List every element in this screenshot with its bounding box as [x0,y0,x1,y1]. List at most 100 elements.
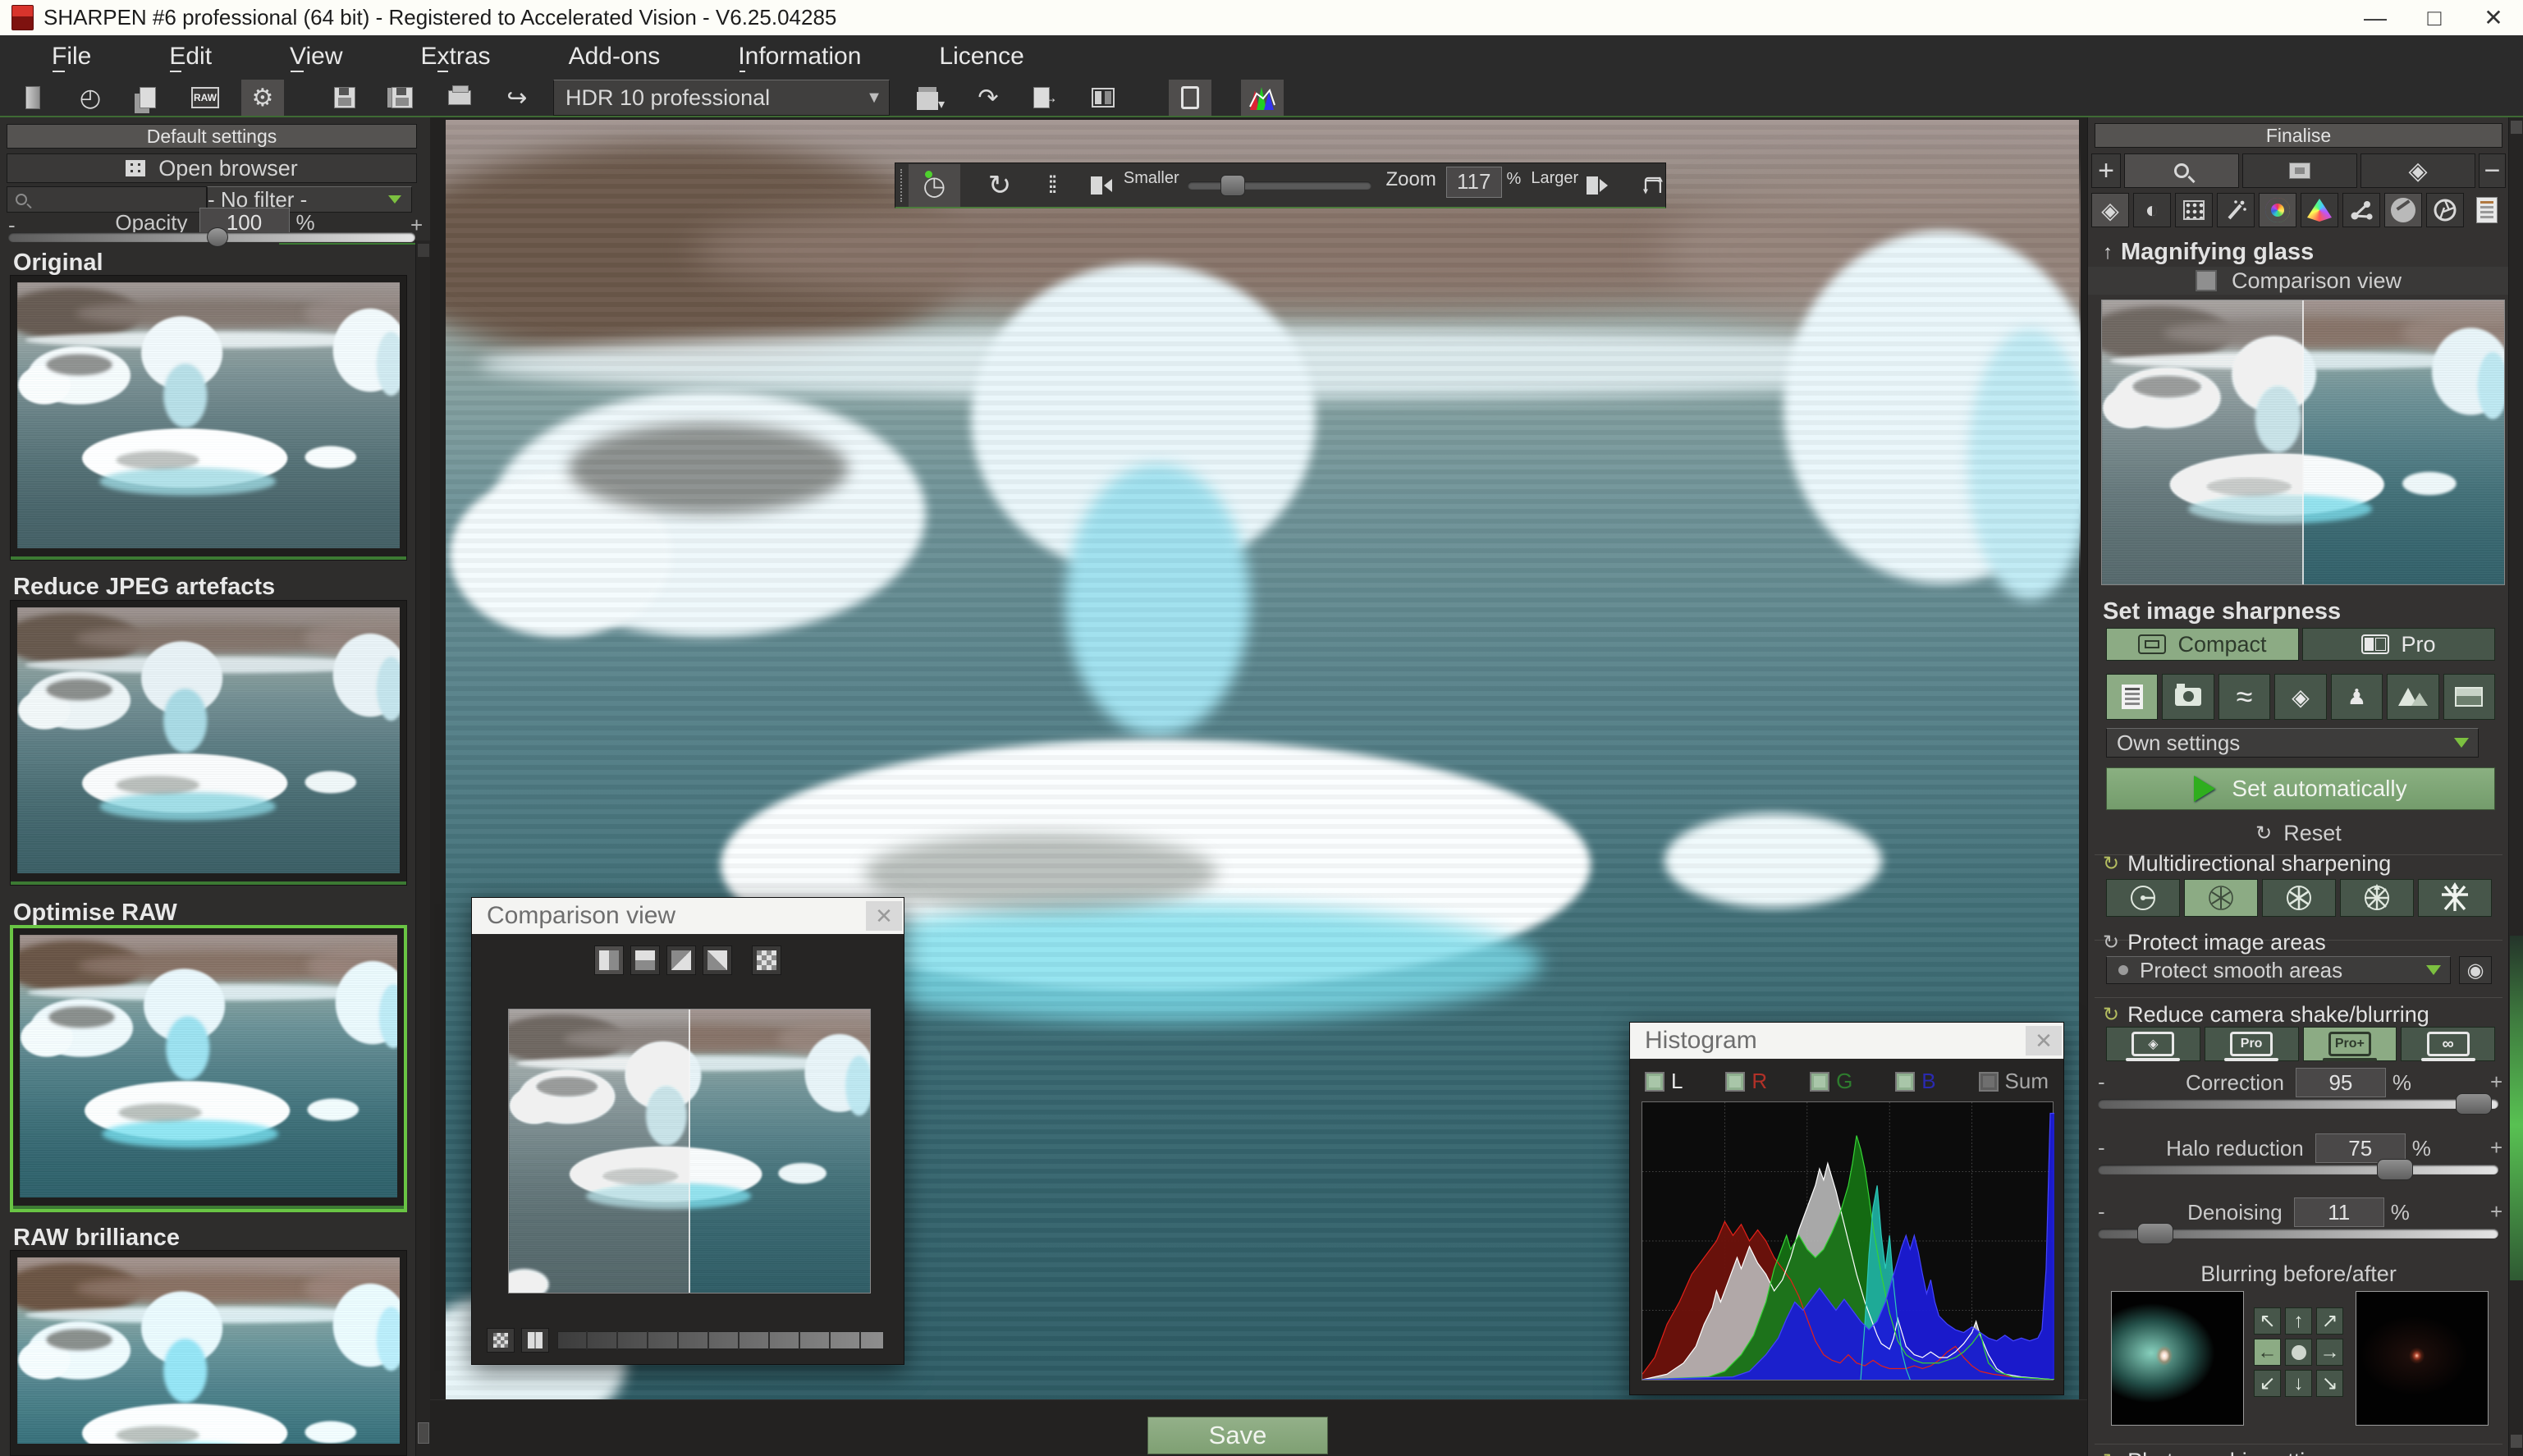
arrow-up-left[interactable]: ↖ [2254,1307,2281,1335]
direction-8-icon[interactable] [2262,879,2336,917]
contrast-tool-icon[interactable]: ◐ [2133,193,2171,227]
magnifier-preview[interactable] [2101,300,2505,585]
aperture-tool-icon[interactable] [2426,193,2464,227]
export-icon[interactable]: ↪ [496,80,538,116]
shake-infinite-button[interactable]: ∞ [2401,1027,2495,1061]
comparison-image[interactable] [508,1009,871,1293]
batch-layout-icon[interactable]: ▾ [909,80,952,116]
collapse-arrow-icon[interactable]: ↑ [2103,241,2113,264]
denoising-value[interactable]: 11 [2294,1197,2384,1227]
reset-button[interactable]: ↻ Reset [2088,817,2509,849]
history-icon[interactable]: ◴ [69,80,112,116]
comparison-view-window[interactable]: Comparison view ✕ [471,897,904,1365]
report-doc-icon[interactable] [2468,193,2506,227]
channel-r-checkbox[interactable] [1725,1072,1745,1092]
history-compare-icon[interactable]: ◷ [909,164,960,207]
split-diagonal-reverse-icon[interactable] [703,945,732,975]
comparison-close-icon[interactable]: ✕ [866,901,902,931]
panel-toggle-icon[interactable] [1169,80,1211,116]
menu-licence[interactable]: Licence [939,43,1023,71]
gem-tool-icon[interactable]: ◈ [2091,193,2129,227]
add-section-button[interactable]: + [2091,153,2121,188]
save-as-icon[interactable] [381,80,424,116]
zoom-value[interactable]: 117 [1446,167,1502,198]
presets-scrollbar[interactable] [415,240,430,1456]
shake-proplus-button[interactable]: Pro+ [2303,1027,2397,1061]
menu-edit[interactable]: Edit [169,43,212,71]
histogram-window[interactable]: Histogram ✕ L R G B Sum [1629,1022,2064,1395]
panel-scrollbar-up[interactable] [2511,121,2522,134]
direction-6-icon[interactable] [2184,879,2258,917]
open-browser-button[interactable]: Open browser [7,153,417,183]
scrollbar-up-button[interactable] [418,244,429,257]
preset-card-reduce-jpeg[interactable] [10,600,407,886]
comparison-divider[interactable] [689,1010,690,1293]
histogram-toggle-icon[interactable] [1241,80,1284,116]
histogram-close-icon[interactable]: ✕ [2026,1026,2062,1055]
panel-scrollbar-down[interactable] [2511,1435,2522,1448]
menu-addons[interactable]: Add-ons [569,43,661,71]
new-project-icon[interactable] [11,80,54,116]
split-horizontal-icon[interactable] [630,945,660,975]
direction-star-icon[interactable] [2418,879,2492,917]
category-landscape-icon[interactable] [2443,674,2495,720]
maximize-button[interactable]: □ [2405,0,2464,35]
zoom-slider[interactable] [1188,181,1371,190]
channel-l-checkbox[interactable] [1645,1072,1664,1092]
pro-mode-button[interactable]: Pro [2302,628,2495,661]
crop-rotate-icon[interactable] [1641,169,1665,202]
category-document-icon[interactable] [2106,674,2158,720]
retouch-tool-icon[interactable] [2384,193,2422,227]
save-button[interactable]: Save [1147,1417,1328,1454]
profile-dropdown[interactable]: HDR 10 professional▼ [553,80,890,116]
menu-extras[interactable]: Extras [421,43,491,71]
shake-basic-button[interactable]: ◈ [2106,1027,2200,1061]
menu-file[interactable]: File [52,43,91,71]
category-portrait-icon[interactable]: ♟ [2331,674,2383,720]
opacity-slider-thumb[interactable] [207,227,228,247]
arrow-up[interactable]: ↑ [2285,1307,2312,1335]
correction-minus[interactable]: - [2098,1069,2105,1095]
grain-tool-icon[interactable] [2175,193,2213,227]
menu-view[interactable]: View [290,43,342,71]
halo-slider[interactable] [2098,1165,2498,1174]
redo-icon[interactable]: ↻ [988,169,1012,202]
zoom-in-icon[interactable] [1587,176,1608,195]
close-button[interactable]: ✕ [2464,0,2523,35]
panel-scrollbar[interactable] [2508,117,2523,1456]
photo-refresh-icon[interactable]: ↻ [2103,1449,2119,1456]
arrow-right[interactable]: → [2316,1339,2343,1366]
tag-tab[interactable]: ◈ [2360,153,2475,188]
center-dot[interactable] [2285,1339,2312,1366]
print-icon[interactable] [438,80,481,116]
scrollbar-thumb[interactable] [418,1422,429,1444]
zoom-slider-thumb[interactable] [1220,175,1245,196]
direction-10-icon[interactable] [2340,879,2414,917]
correction-value[interactable]: 95 [2296,1068,2386,1097]
protect-preview-icon[interactable]: ◉ [2459,956,2492,984]
denoising-minus[interactable]: - [2098,1199,2105,1225]
magnifier-divider[interactable] [2302,300,2304,584]
copy-pages-icon[interactable] [126,80,169,116]
category-camera-icon[interactable] [2162,674,2214,720]
category-waves-icon[interactable]: ≈ [2218,674,2270,720]
direction-1-icon[interactable] [2106,879,2180,917]
split-toggle-icon[interactable] [521,1328,549,1353]
frame-tab[interactable] [2242,153,2357,188]
category-mountains-icon[interactable] [2387,674,2438,720]
magnifier-tab[interactable] [2124,153,2239,188]
halo-minus[interactable]: - [2098,1135,2105,1161]
correction-slider[interactable] [2098,1099,2498,1109]
protect-dropdown[interactable]: Protect smooth areas [2106,956,2451,984]
compare-dots-icon[interactable]: ⁞⁞ [1047,172,1055,199]
shake-refresh-icon[interactable]: ↻ [2103,1003,2119,1027]
correction-thumb[interactable] [2456,1093,2492,1115]
arrow-left[interactable]: ← [2254,1339,2281,1366]
toolbar-drag-handle[interactable] [900,169,902,202]
halo-thumb[interactable] [2377,1159,2413,1180]
halo-plus[interactable]: + [2490,1135,2502,1161]
opacity-slider[interactable] [8,232,415,242]
arrow-down[interactable]: ↓ [2285,1370,2312,1397]
histogram-window-titlebar[interactable]: Histogram ✕ [1630,1023,2063,1059]
channel-g-checkbox[interactable] [1810,1072,1829,1092]
